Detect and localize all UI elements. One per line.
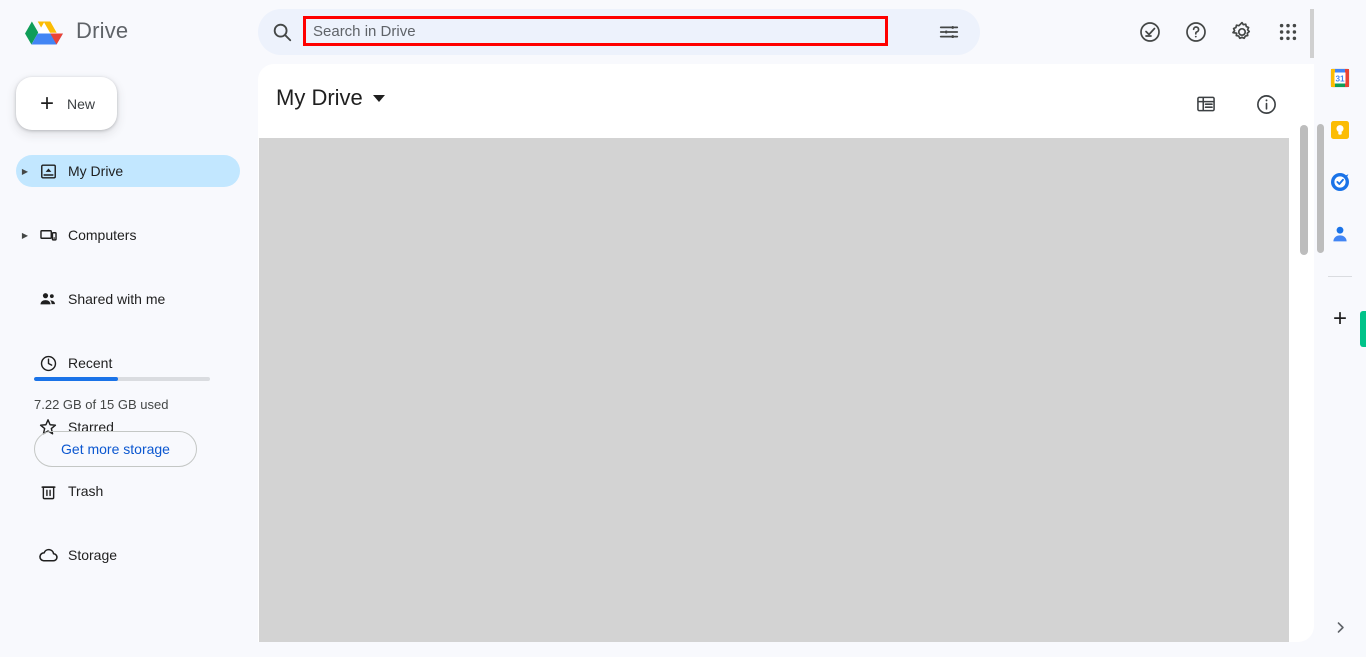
shared-people-icon xyxy=(34,289,62,309)
page-title: My Drive xyxy=(276,85,363,110)
add-addon-button[interactable]: + xyxy=(1326,305,1354,333)
main-header: My Drive xyxy=(258,64,1314,138)
sidebar-item-my-drive[interactable]: ▶ My Drive xyxy=(16,155,240,187)
sidebar: + New ▶ My Drive ▶ Computers Shared with… xyxy=(0,64,258,657)
plus-icon: + xyxy=(40,89,55,117)
chevron-right-icon xyxy=(1337,621,1344,633)
my-drive-icon xyxy=(34,162,62,181)
google-drive-window: Drive Search in Drive + New ▶ My Drive ▶… xyxy=(0,0,1366,657)
page-title-dropdown[interactable]: My Drive xyxy=(276,85,385,111)
drive-logo-icon xyxy=(24,13,64,49)
svg-text:31: 31 xyxy=(1335,74,1345,83)
rail-divider xyxy=(1328,276,1352,277)
search-input-highlight xyxy=(303,16,888,46)
nav-gap xyxy=(0,315,258,347)
storage-section: 7.22 GB of 15 GB used Get more storage xyxy=(0,377,258,467)
header-tools xyxy=(1188,86,1284,122)
storage-progress-track xyxy=(34,377,210,381)
google-contacts-icon[interactable] xyxy=(1326,220,1354,248)
accent-indicator xyxy=(1360,311,1366,347)
new-button-label: New xyxy=(67,95,96,112)
main-panel: My Drive xyxy=(258,64,1314,642)
trash-icon xyxy=(34,482,62,501)
sidebar-item-recent[interactable]: ▶ Recent xyxy=(16,347,240,379)
top-bar: Drive xyxy=(0,0,1366,64)
tasks-status-icon[interactable] xyxy=(1132,14,1168,50)
plus-icon: + xyxy=(1332,305,1347,332)
tune-filter-icon[interactable] xyxy=(928,15,970,49)
get-more-storage-button[interactable]: Get more storage xyxy=(34,431,197,467)
expand-caret-icon[interactable]: ▶ xyxy=(16,167,34,176)
sidebar-item-label: Trash xyxy=(68,483,104,499)
sidebar-item-label: Storage xyxy=(68,547,118,563)
nav-gap xyxy=(0,507,258,539)
nav-gap xyxy=(0,251,258,283)
sidebar-item-computers[interactable]: ▶ Computers xyxy=(16,219,240,251)
sidebar-item-label: Computers xyxy=(68,227,137,243)
main-scrollbar-thumb[interactable] xyxy=(1300,125,1308,255)
list-view-icon[interactable] xyxy=(1188,86,1224,122)
help-icon[interactable] xyxy=(1178,14,1214,50)
search-icon[interactable] xyxy=(258,9,306,55)
sidebar-item-label: My Drive xyxy=(68,163,124,179)
brand-name: Drive xyxy=(76,18,129,43)
side-panel-rail: 31 + xyxy=(1314,0,1366,657)
google-calendar-icon[interactable]: 31 xyxy=(1326,64,1354,92)
settings-gear-icon[interactable] xyxy=(1224,14,1260,50)
google-tasks-icon[interactable] xyxy=(1326,168,1354,196)
new-button[interactable]: + New xyxy=(16,77,117,130)
search-input[interactable] xyxy=(313,22,885,40)
sidebar-item-label: Shared with me xyxy=(68,291,166,307)
chevron-down-icon[interactable] xyxy=(372,94,385,102)
expand-caret-icon[interactable]: ▶ xyxy=(16,231,34,240)
sidebar-item-shared-with-me[interactable]: ▶ Shared with me xyxy=(16,283,240,315)
clock-icon xyxy=(34,354,62,373)
search-bar xyxy=(258,9,980,55)
info-icon[interactable] xyxy=(1248,86,1284,122)
apps-grid-icon[interactable] xyxy=(1270,14,1306,50)
computers-icon xyxy=(34,226,62,245)
google-keep-icon[interactable] xyxy=(1326,116,1354,144)
top-actions xyxy=(1132,14,1306,50)
nav-gap xyxy=(0,187,258,219)
storage-usage-text: 7.22 GB of 15 GB used xyxy=(34,397,169,412)
cloud-icon xyxy=(34,545,62,566)
file-grid-placeholder xyxy=(259,138,1289,642)
sidebar-item-label: Recent xyxy=(68,355,113,371)
expand-panel-button[interactable] xyxy=(1328,615,1352,639)
sidebar-nav: ▶ My Drive ▶ Computers Shared with me Re… xyxy=(0,155,258,571)
sidebar-item-storage[interactable]: ▶ Storage xyxy=(16,539,240,571)
sidebar-item-trash[interactable]: ▶ Trash xyxy=(16,475,240,507)
brand[interactable]: Drive xyxy=(24,13,128,49)
storage-progress-fill xyxy=(34,377,119,381)
rail-app-list: 31 + xyxy=(1314,64,1366,333)
